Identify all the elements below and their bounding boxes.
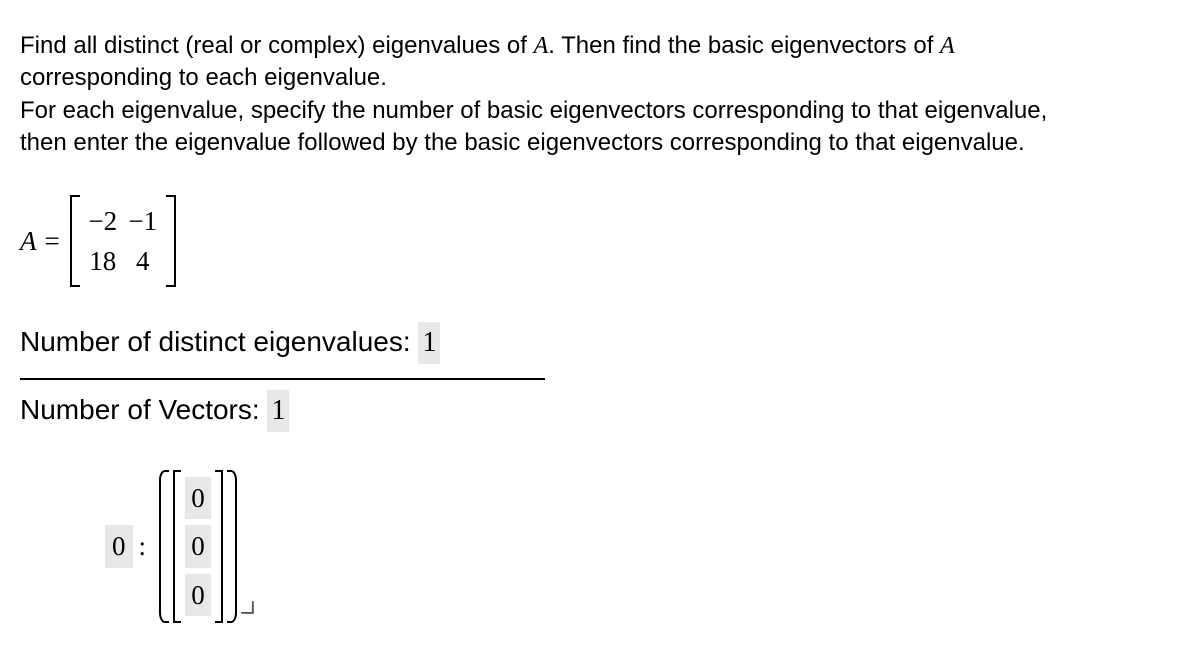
matrix-cell: −1 [126, 201, 160, 241]
variable-a: A [940, 33, 955, 59]
vector-left-bracket [173, 470, 181, 623]
eigenvector: 0 0 0 [173, 470, 223, 623]
left-bracket [70, 195, 80, 288]
vector-cell[interactable]: 0 [185, 574, 211, 616]
matrix-row: 18 4 [86, 241, 160, 281]
vector-cell[interactable]: 0 [185, 477, 211, 519]
matrix-cell: 4 [126, 241, 160, 281]
vector-cell[interactable]: 0 [185, 525, 211, 567]
resize-handle-icon[interactable] [240, 587, 254, 623]
text-segment: For each eigenvalue, specify the number … [20, 97, 1047, 124]
number-vectors-input[interactable]: 1 [267, 390, 289, 432]
section-divider [20, 378, 545, 380]
text-segment: corresponding to each eigenvalue. [20, 64, 387, 91]
variable-a: A [534, 33, 549, 59]
distinct-eigenvalues-input[interactable]: 1 [418, 322, 440, 364]
equals-sign: = [45, 223, 60, 259]
right-bracket [166, 195, 176, 288]
text-segment: . Then find the basic eigenvectors of [548, 32, 940, 59]
eigenvalue-input[interactable]: 0 [105, 525, 133, 567]
matrix-a: −2 −1 18 4 [70, 195, 176, 288]
matrix-cell: −2 [86, 201, 120, 241]
matrix-label: A [20, 223, 37, 259]
vector-right-bracket [215, 470, 223, 623]
number-vectors-field: Number of Vectors: 1 [20, 390, 1180, 440]
vector-set: 0 0 0 [156, 470, 254, 623]
eigenvector-entry: 0 : 0 0 0 [105, 470, 1180, 623]
text-segment: Find all distinct (real or complex) eige… [20, 32, 534, 59]
number-vectors-label: Number of Vectors: [20, 394, 267, 425]
distinct-eigenvalues-label: Number of distinct eigenvalues: [20, 326, 418, 357]
problem-statement: Find all distinct (real or complex) eige… [20, 30, 1180, 160]
matrix-row: −2 −1 [86, 201, 160, 241]
vector-content: 0 0 0 [181, 470, 215, 623]
left-brace [156, 470, 170, 623]
resize-handle-container [240, 470, 254, 623]
colon: : [139, 528, 147, 564]
right-brace [226, 470, 240, 623]
matrix-cell: 18 [86, 241, 120, 281]
distinct-eigenvalues-field: Number of distinct eigenvalues: 1 [20, 322, 1180, 372]
matrix-definition: A = −2 −1 18 4 [20, 195, 1180, 288]
matrix-content: −2 −1 18 4 [80, 195, 166, 288]
text-segment: then enter the eigenvalue followed by th… [20, 129, 1025, 156]
